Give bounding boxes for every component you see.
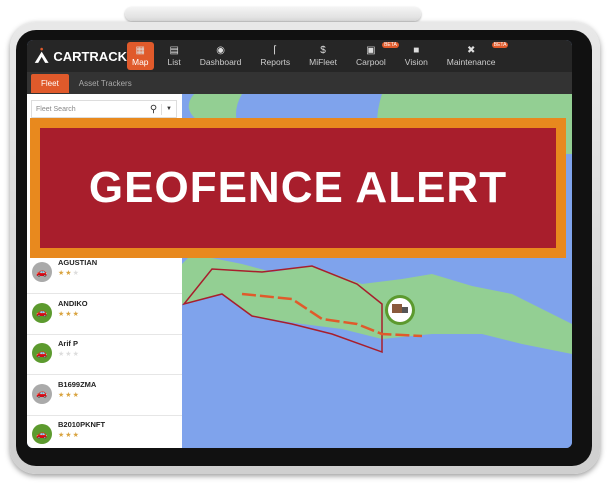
sub-nav: Fleet Asset Trackers: [27, 72, 572, 94]
rating-stars: ★★★: [58, 391, 80, 399]
nav-map[interactable]: ▦ Map: [127, 42, 154, 70]
nav-mifleet[interactable]: $ MiFleet: [304, 42, 342, 70]
rating-stars: ★★★: [58, 351, 80, 358]
nav-dashboard[interactable]: ◉ Dashboard: [195, 42, 247, 70]
tab-asset-trackers[interactable]: Asset Trackers: [69, 74, 142, 93]
search-icon[interactable]: ⚲: [146, 103, 162, 115]
app-screen: CARTRACK ▦ Map ▤ List ◉ Dashboard ⌈ Reports $ MiF…: [27, 40, 572, 448]
tab-fleet[interactable]: Fleet: [31, 73, 69, 93]
rating-stars: ★★★: [58, 432, 80, 439]
map-icon: ▦: [135, 45, 145, 56]
logo: CARTRACK: [33, 46, 127, 66]
truck-marker[interactable]: [385, 295, 415, 325]
vehicle-icon: 🚗: [32, 343, 52, 363]
nav-maintenance[interactable]: ✖ Maintenance BETA: [442, 42, 509, 70]
vehicle-icon: 🚗: [32, 424, 52, 444]
vehicle-icon: 🚗: [32, 262, 52, 282]
alert-text: GEOFENCE ALERT: [40, 128, 556, 248]
vehicle-icon: 🚗: [32, 302, 52, 323]
camera-icon: ■: [413, 45, 420, 56]
rating-stars: ★★★: [58, 310, 80, 318]
cartrack-logo-icon: [34, 47, 49, 63]
rating-stars: ★★★: [58, 270, 80, 277]
nav-reports[interactable]: ⌈ Reports: [255, 42, 295, 70]
dollar-icon: $: [320, 45, 326, 56]
nav-vision[interactable]: ■ Vision: [400, 42, 433, 70]
vehicle-list-item[interactable]: 🚗 B1699ZMA ★★★: [27, 376, 182, 416]
beta-badge: BETA: [491, 42, 509, 48]
geofence-alert-banner: GEOFENCE ALERT: [30, 118, 566, 258]
brand-name: CARTRACK: [53, 48, 127, 64]
top-nav: CARTRACK ▦ Map ▤ List ◉ Dashboard ⌈ Reports $ MiF…: [27, 40, 572, 72]
vehicle-list-item[interactable]: 🚗 ANDIKO ★★★: [27, 295, 182, 335]
beta-badge: BETA: [382, 42, 399, 48]
chart-icon: ⌈: [273, 45, 278, 56]
vehicle-icon: 🚗: [32, 383, 52, 404]
list-icon: ▤: [169, 45, 179, 56]
tools-icon: ✖: [466, 45, 476, 56]
vehicle-list-item[interactable]: 🚗 AGUSTIAN ★★★: [27, 254, 182, 294]
nav-carpool[interactable]: ▣ Carpool BETA: [351, 42, 399, 70]
nav-list[interactable]: ▤ List: [163, 42, 186, 70]
calendar-icon: ▣: [366, 45, 376, 56]
vehicle-list-item[interactable]: 🚗 Arif P ★★★: [27, 335, 182, 375]
chevron-down-icon[interactable]: ▼: [162, 106, 176, 112]
gauge-icon: ◉: [216, 45, 225, 56]
stylus: [125, 7, 421, 21]
fleet-search-input[interactable]: Fleet Search ⚲ ▼: [31, 100, 177, 118]
vehicle-list-item[interactable]: 🚗 B2010PKNFT ★★★: [27, 416, 182, 448]
